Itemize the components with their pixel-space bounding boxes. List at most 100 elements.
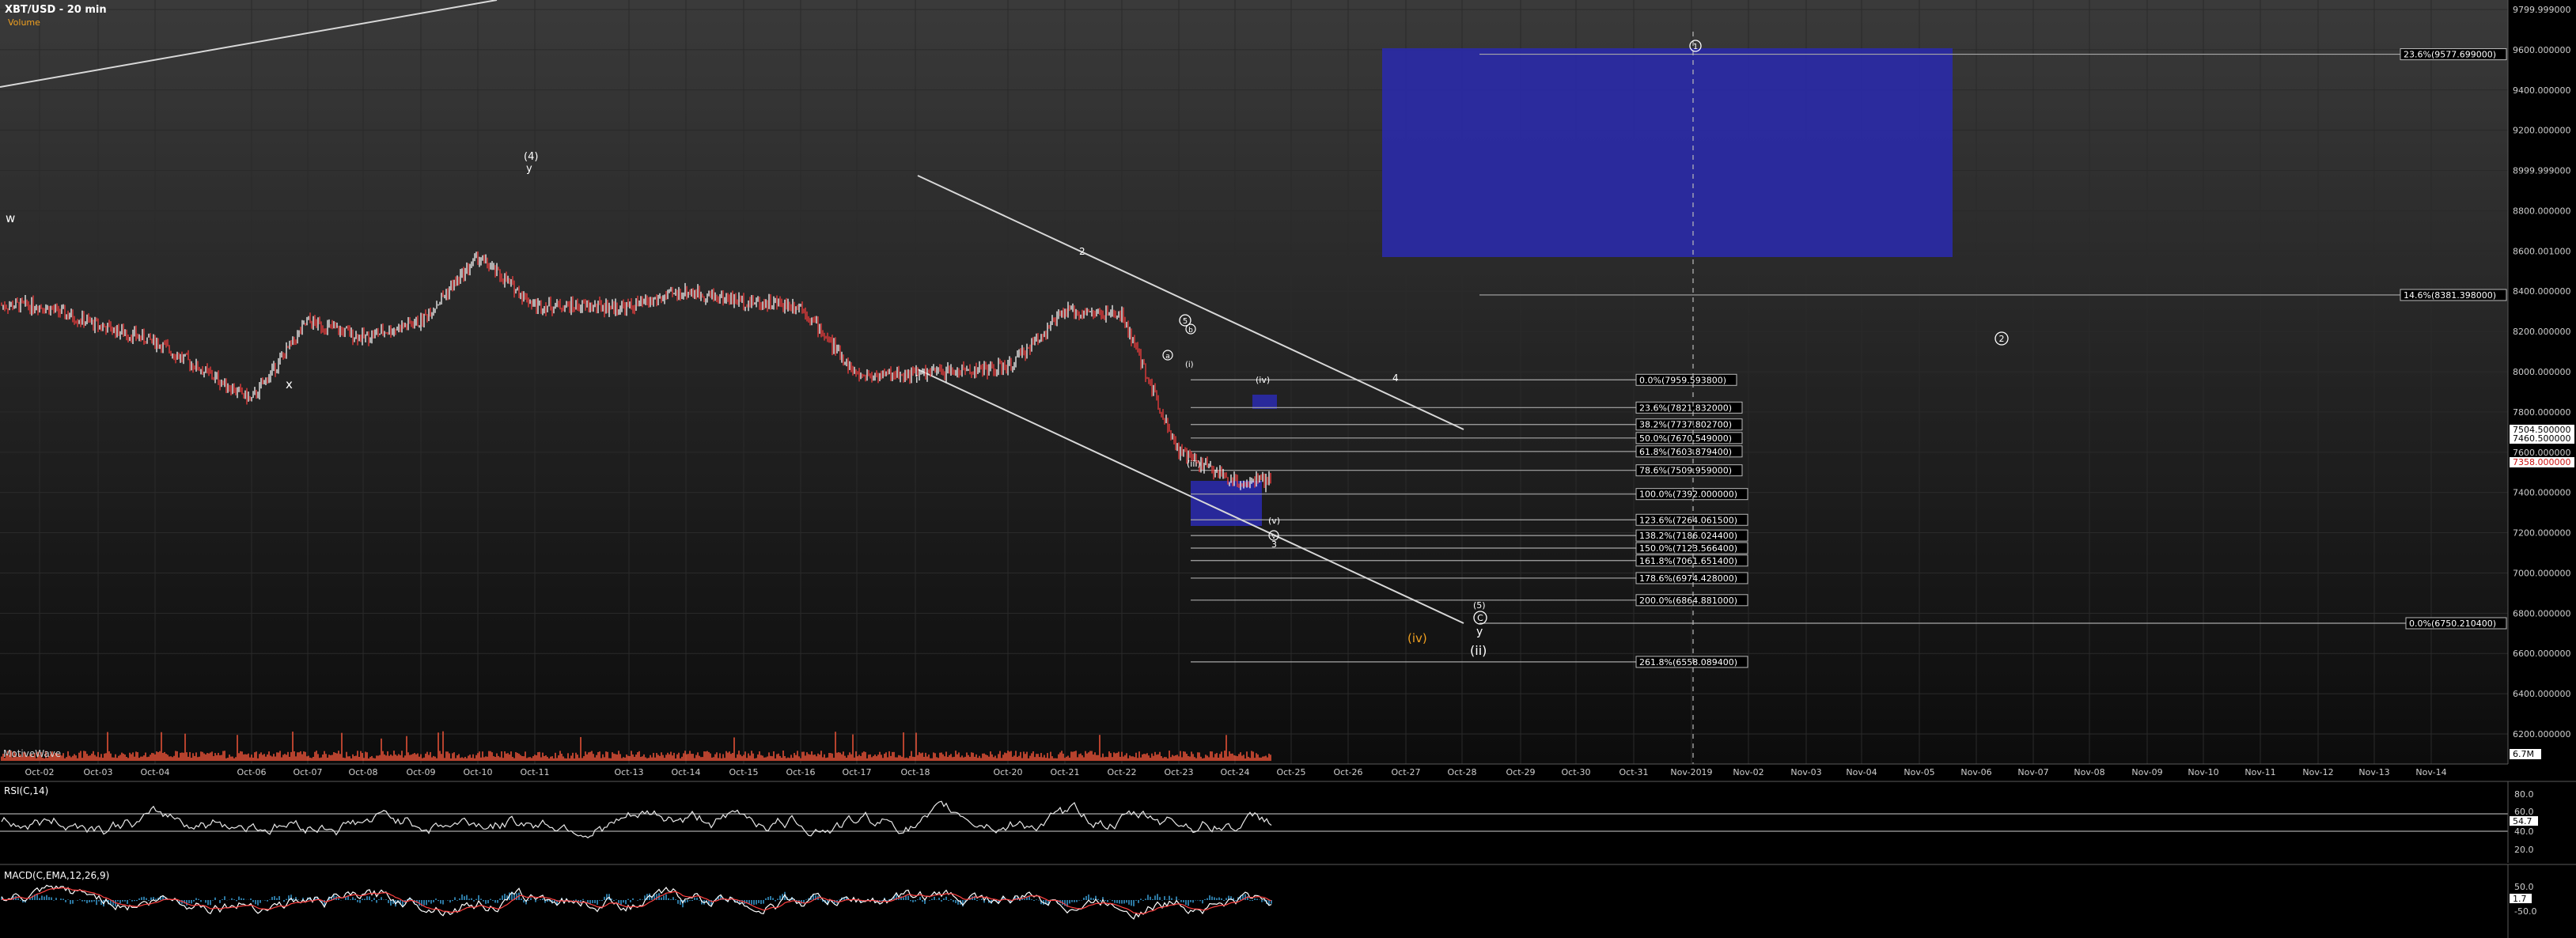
wave-label-5-paren: (5) [1473, 600, 1486, 611]
time-label: Nov-08 [2074, 767, 2104, 777]
price-label: 6200.000000 [2513, 729, 2570, 739]
fib-level-label: 150.0%(7123.566400) [1639, 543, 1737, 554]
time-label: Nov-03 [1790, 767, 1821, 777]
price-label: 7600.000000 [2513, 448, 2570, 458]
chart-title: XBT/USD - 20 min [5, 4, 107, 16]
price-label: 8000.000000 [2513, 367, 2570, 377]
time-label: Oct-26 [1334, 767, 1363, 777]
fib-level-label: 61.8%(7603.879400) [1639, 447, 1732, 457]
time-label: Oct-20 [994, 767, 1023, 777]
time-label: Oct-03 [84, 767, 113, 777]
fib-level-label: 100.0%(7392.000000) [1639, 490, 1737, 500]
time-label: Nov-2019 [1670, 767, 1712, 777]
time-label: Oct-15 [729, 767, 759, 777]
volume-tag: 6.7M [2513, 749, 2534, 759]
circle-1-text: 1 [1693, 43, 1698, 51]
price-label: 9200.000000 [2513, 126, 2570, 136]
wave-label-y: y [526, 163, 532, 175]
time-label: Oct-14 [672, 767, 701, 777]
fib-extension-label: 23.6%(9577.699000) [2404, 50, 2496, 60]
time-label: Oct-09 [407, 767, 436, 777]
time-label: Oct-23 [1165, 767, 1194, 777]
price-tag-3: 7358.000000 [2513, 457, 2570, 467]
time-label: Oct-17 [843, 767, 872, 777]
rsi-label-40: 40.0 [2514, 826, 2534, 837]
price-label: 6400.000000 [2513, 689, 2570, 699]
wave-label-2: 2 [1079, 246, 1085, 257]
wave-label-v: (v) [1268, 516, 1280, 526]
time-label: Oct-28 [1448, 767, 1477, 777]
time-label: Nov-04 [1846, 767, 1877, 777]
fib-level-label: 200.0%(6864.881000) [1639, 596, 1737, 606]
price-axis[interactable]: 9799.999000 9600.000000 9400.000000 9200.00… [2507, 0, 2576, 764]
wave-label-4: 4 [1392, 373, 1399, 384]
wave-label-i: i [915, 374, 919, 386]
price-label: 7800.000000 [2513, 407, 2570, 418]
price-label: 7000.000000 [2513, 568, 2570, 578]
time-axis[interactable]: Oct-02 Oct-03 Oct-04 Oct-06 Oct-07 Oct-08 Oct-… [0, 763, 2508, 780]
fib-level-label: 123.6%(7264.061500) [1639, 515, 1737, 525]
macd-title: MACD(C,EMA,12,26,9) [4, 870, 109, 881]
time-label: Oct-27 [1392, 767, 1421, 777]
fib-level-label: 78.6%(7509.959000) [1639, 466, 1732, 476]
time-label: Oct-11 [521, 767, 550, 777]
time-label: Oct-24 [1221, 767, 1250, 777]
price-label: 9799.999000 [2513, 5, 2570, 15]
fib-level-label: 261.8%(6558.089400) [1639, 657, 1737, 668]
circle-5-text: 5 [1183, 317, 1188, 326]
watermark: MotiveWave [3, 748, 61, 759]
time-label: Nov-02 [1733, 767, 1763, 777]
time-label: Oct-21 [1051, 767, 1080, 777]
rsi-pane: RSI(C,14) 80.0 60.0 54.7 40.0 20.0 [0, 781, 2576, 863]
fib-level-label: 38.2%(7737.802700) [1639, 420, 1732, 430]
time-label: Oct-16 [786, 767, 816, 777]
fib-extension-label: 0.0%(6750.210400) [2409, 618, 2496, 629]
fib-level-label: 23.6%(7821.832000) [1639, 403, 1732, 413]
fib-level-label: 161.8%(7061.651400) [1639, 556, 1737, 566]
time-label: Oct-18 [901, 767, 930, 777]
fib-level-label: 178.6%(6974.428000) [1639, 573, 1737, 584]
time-label: Oct-04 [141, 767, 170, 777]
time-label: Oct-31 [1619, 767, 1649, 777]
time-label: Oct-29 [1506, 767, 1536, 777]
rsi-pane-background [0, 781, 2508, 863]
time-label: Nov-09 [2131, 767, 2162, 777]
fib-level-label: 50.0%(7670.549000) [1639, 433, 1732, 444]
wave-label-4-paren: (4) [524, 151, 538, 163]
rsi-label-80: 80.0 [2514, 789, 2534, 800]
time-label: Nov-06 [1960, 767, 1991, 777]
time-label: Nov-11 [2245, 767, 2275, 777]
time-label: Oct-07 [294, 767, 323, 777]
target-box-small [1252, 395, 1277, 409]
price-label: 8999.999000 [2513, 166, 2570, 176]
time-label: Oct-13 [615, 767, 644, 777]
time-label: Nov-05 [1904, 767, 1934, 777]
price-label: 6600.000000 [2513, 649, 2570, 659]
wave-label-ii: (ii) [1470, 643, 1487, 658]
macd-pane: MACD(C,EMA,12,26,9) 50.0 1.7 -50.0 [0, 864, 2576, 938]
price-label: 7400.000000 [2513, 488, 2570, 498]
price-label: 8800.000000 [2513, 206, 2570, 216]
circle-v-text: v [1271, 533, 1276, 541]
time-label: Oct-22 [1108, 767, 1137, 777]
time-label: Nov-12 [2302, 767, 2333, 777]
wave-label-i-paren: (i) [1185, 361, 1194, 369]
time-label: Oct-02 [25, 767, 55, 777]
time-label: Nov-10 [2188, 767, 2218, 777]
price-label: 9600.000000 [2513, 45, 2570, 55]
price-label: 8400.000000 [2513, 286, 2570, 297]
price-label: 9400.000000 [2513, 85, 2570, 96]
price-pane-background [0, 0, 2508, 764]
macd-value: 1.7 [2513, 894, 2527, 904]
time-label: Oct-30 [1562, 767, 1591, 777]
target-box-upper [1382, 48, 1953, 257]
price-label: 7200.000000 [2513, 528, 2570, 539]
price-tag-2: 7460.500000 [2513, 433, 2570, 444]
chart: 0.0%(7959.593800) 23.6%(7821.832000) 38.2%… [0, 0, 2576, 938]
wave-label-iv-small: (iv) [1256, 375, 1270, 385]
time-label: Oct-08 [349, 767, 378, 777]
price-label: 6800.000000 [2513, 608, 2570, 618]
price-label: 8200.000000 [2513, 327, 2570, 337]
wave-label-x: x [286, 377, 293, 391]
fib-extension-label: 14.6%(8381.398000) [2404, 290, 2496, 301]
